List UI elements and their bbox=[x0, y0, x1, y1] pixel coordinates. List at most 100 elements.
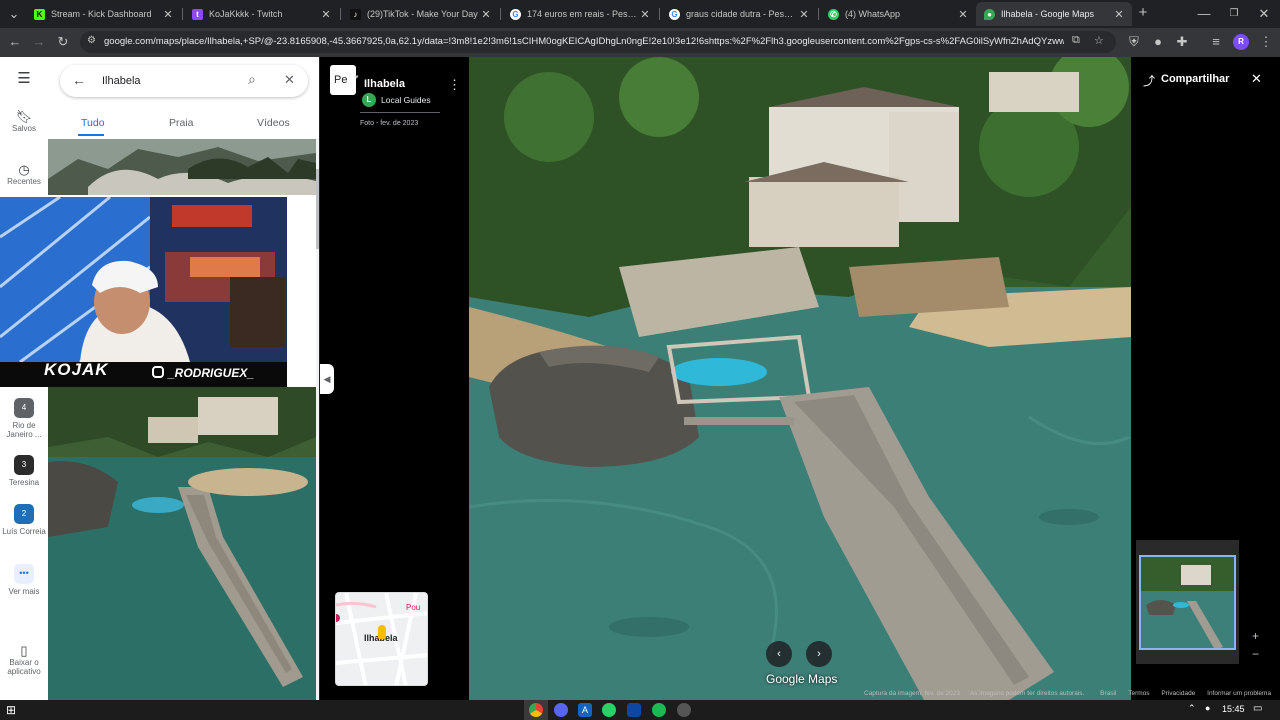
back-arrow-icon[interactable]: ← bbox=[72, 72, 86, 88]
share-icon[interactable]: ⤴ bbox=[1143, 72, 1155, 89]
close-viewer-icon[interactable]: ✕ bbox=[1251, 71, 1262, 87]
bookmark-icon: 🔖︎ bbox=[15, 109, 33, 124]
collapse-panel-icon[interactable]: ◀ bbox=[320, 364, 334, 394]
author-name[interactable]: Ilhabela bbox=[364, 78, 405, 90]
window-close-icon[interactable]: ✕ bbox=[1256, 6, 1272, 22]
tab-groups-icon[interactable]: ≡ bbox=[1208, 34, 1224, 50]
zoom-out-icon[interactable]: − bbox=[1252, 647, 1259, 661]
close-tab-icon[interactable]: ✕ bbox=[479, 8, 493, 21]
region-link[interactable]: Brasil bbox=[1100, 690, 1116, 697]
photo-date: Foto - fev. de 2023 bbox=[360, 120, 419, 127]
tab-search-icon[interactable]: ⌄ bbox=[6, 6, 22, 22]
history-icon: ◷ bbox=[18, 162, 30, 177]
rail-label: Luís Correia bbox=[2, 527, 46, 536]
notifications-icon[interactable]: ▭ bbox=[1253, 703, 1262, 714]
rail-saved[interactable]: 🔖︎ Salvos bbox=[0, 109, 48, 133]
author-avatar[interactable]: Pe bbox=[330, 65, 356, 95]
editor-icon[interactable]: A bbox=[578, 703, 592, 717]
rail-recent-rio[interactable]: 4 Rio de Janeiro ... bbox=[0, 398, 48, 439]
tab-videos[interactable]: Vídeos bbox=[257, 117, 290, 129]
rail-recent[interactable]: ◷ Recentes bbox=[0, 162, 48, 186]
zoom-in-icon[interactable]: + bbox=[1252, 629, 1259, 643]
search-box[interactable]: ← Ilhabela ⌕ ✕ bbox=[60, 65, 308, 97]
tab-google-maps[interactable]: ● Ilhabela - Google Maps ✕ bbox=[976, 2, 1132, 26]
filmstrip-thumbnail[interactable] bbox=[1139, 555, 1236, 650]
restore-icon[interactable]: ❐ bbox=[1226, 6, 1242, 22]
main-photo[interactable]: ‹ › Google Maps bbox=[469, 57, 1131, 700]
close-tab-icon[interactable]: ✕ bbox=[797, 8, 811, 21]
search-input[interactable]: Ilhabela bbox=[102, 75, 141, 87]
terms-link[interactable]: Termos bbox=[1128, 690, 1149, 697]
extension-shield-icon[interactable]: ⛨ bbox=[1126, 34, 1142, 50]
photo-thumbnail-rocks[interactable] bbox=[48, 139, 316, 195]
close-tab-icon[interactable]: ✕ bbox=[1112, 8, 1126, 21]
forward-icon[interactable]: → bbox=[31, 34, 47, 50]
clear-search-icon[interactable]: ✕ bbox=[284, 72, 295, 88]
tab-tiktok[interactable]: ♪ (29)TikTok - Make Your Day ✕ bbox=[342, 2, 499, 26]
tab-twitch[interactable]: t KoJaKkkk - Twitch ✕ bbox=[184, 2, 339, 26]
tab-google-search-2[interactable]: G graus cidade dutra - Pesquisa Google ✕ bbox=[661, 2, 817, 26]
extensions-puzzle-icon[interactable]: ✚ bbox=[1174, 34, 1190, 50]
report-problem-link[interactable]: Informar um problema bbox=[1207, 690, 1271, 697]
google-icon: G bbox=[669, 8, 680, 20]
rail-label: Salvos bbox=[11, 124, 36, 133]
attribution-bar: Captura da imagem: fev. de 2023 As image… bbox=[864, 690, 1280, 700]
tab-whatsapp[interactable]: ✆ (4) WhatsApp ✕ bbox=[820, 2, 976, 26]
terminal-icon[interactable] bbox=[627, 703, 641, 717]
bookmark-star-icon[interactable]: ☆ bbox=[1094, 34, 1104, 47]
site-info-icon[interactable]: ⚙ bbox=[87, 35, 96, 46]
divider bbox=[360, 112, 440, 113]
more-options-icon[interactable]: ⋮ bbox=[448, 77, 461, 93]
tab-kick[interactable]: K Stream - Kick Dashboard ✕ bbox=[26, 2, 181, 26]
clock[interactable]: 15:45 bbox=[1222, 704, 1245, 714]
previous-photo-button[interactable]: ‹ bbox=[766, 641, 792, 667]
close-tab-icon[interactable]: ✕ bbox=[319, 8, 333, 21]
copyright-note: As imagens podem ter direitos autorais. bbox=[969, 690, 1085, 697]
obs-icon[interactable] bbox=[677, 703, 691, 717]
reload-icon[interactable]: ↻ bbox=[55, 34, 71, 50]
tab-beach[interactable]: Praia bbox=[169, 117, 194, 129]
photo-viewer-actions: ⤴ Compartilhar ✕ + − bbox=[1131, 57, 1280, 700]
address-bar[interactable]: ⚙ google.com/maps/place/Ilhabela,+SP/@-2… bbox=[80, 31, 1116, 53]
privacy-link[interactable]: Privacidade bbox=[1161, 690, 1195, 697]
windows-taskbar: ⊞ A ⌃ ● 15:45 ▭ bbox=[0, 700, 1280, 720]
tab-title: (4) WhatsApp bbox=[845, 9, 901, 19]
menu-icon[interactable]: ☰ bbox=[0, 71, 48, 86]
minimize-icon[interactable]: — bbox=[1196, 6, 1212, 22]
microphone-icon[interactable]: ● bbox=[1205, 703, 1210, 713]
author-dropdown-icon[interactable]: ▾ bbox=[355, 73, 359, 81]
install-app-icon[interactable]: ⧉ bbox=[1072, 34, 1080, 47]
tray-overflow-icon[interactable]: ⌃ bbox=[1188, 703, 1196, 714]
tab-title: KoJaKkkk - Twitch bbox=[209, 9, 283, 19]
kick-icon: K bbox=[34, 8, 45, 20]
panel-scrollbar[interactable] bbox=[316, 139, 319, 700]
rail-download-app[interactable]: ▯ Baixar o aplicativo bbox=[0, 644, 48, 676]
share-button[interactable]: Compartilhar bbox=[1161, 73, 1229, 85]
pegman-icon[interactable] bbox=[378, 625, 386, 639]
rail-recent-teresina[interactable]: 3 Teresina bbox=[0, 455, 48, 487]
whatsapp-icon[interactable] bbox=[602, 703, 616, 717]
tab-all[interactable]: Tudo bbox=[81, 117, 105, 129]
search-icon[interactable]: ⌕ bbox=[248, 71, 256, 88]
browser-menu-icon[interactable]: ⋮ bbox=[1258, 34, 1274, 50]
close-tab-icon[interactable]: ✕ bbox=[956, 8, 970, 21]
mini-map[interactable]: Pou Ilhabela bbox=[335, 592, 428, 686]
url-text[interactable]: google.com/maps/place/Ilhabela,+SP/@-23.… bbox=[104, 36, 1064, 47]
rail-recent-luis-correia[interactable]: 2 Luís Correia bbox=[0, 504, 48, 536]
extension-circle-icon[interactable]: ● bbox=[1150, 34, 1166, 50]
google-maps-logo: Google Maps bbox=[766, 672, 838, 686]
profile-avatar[interactable]: R bbox=[1233, 34, 1249, 50]
chrome-icon[interactable] bbox=[529, 703, 543, 717]
photo-thumbnail-resort[interactable] bbox=[48, 387, 316, 700]
new-tab-icon[interactable]: + bbox=[1135, 5, 1151, 21]
back-icon[interactable]: ← bbox=[7, 34, 23, 50]
discord-icon[interactable] bbox=[554, 703, 568, 717]
tab-google-search-1[interactable]: G 174 euros em reais - Pesquisa Google ✕ bbox=[502, 2, 658, 26]
close-tab-icon[interactable]: ✕ bbox=[638, 8, 652, 21]
spotify-icon[interactable] bbox=[652, 703, 666, 717]
start-icon[interactable]: ⊞ bbox=[6, 703, 16, 717]
rail-more[interactable]: ••• Ver mais bbox=[0, 564, 48, 596]
local-guides-icon: L bbox=[362, 93, 376, 107]
close-tab-icon[interactable]: ✕ bbox=[161, 8, 175, 21]
next-photo-button[interactable]: › bbox=[806, 641, 832, 667]
